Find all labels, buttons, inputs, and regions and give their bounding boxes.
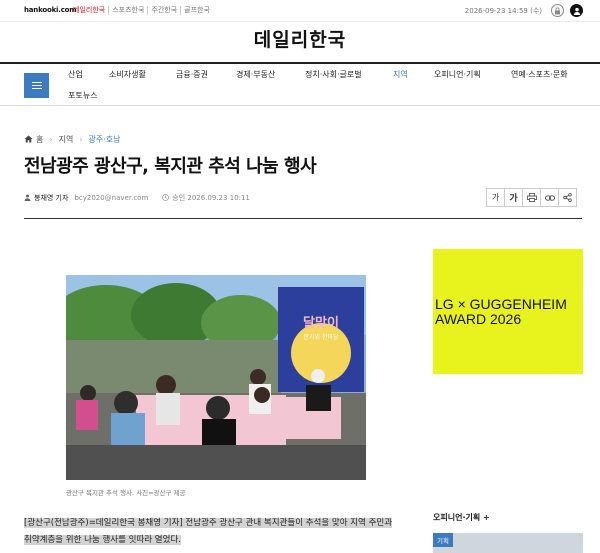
font-increase-button[interactable]: 가 (504, 188, 523, 207)
user-icon[interactable] (570, 4, 583, 17)
nav-item-entertainment[interactable]: 연예·스포츠·문화 (511, 69, 568, 80)
home-icon[interactable] (24, 135, 33, 145)
nav-item-industry[interactable]: 산업 (68, 69, 83, 80)
plus-icon[interactable]: + (483, 513, 490, 522)
opinion-tag: 기획 (433, 533, 453, 547)
nav-item-politics[interactable]: 정치·사회·글로벌 (305, 69, 362, 80)
lock-icon[interactable] (551, 4, 564, 17)
breadcrumb: 홈 › 지역 › 광주·호남 (24, 134, 121, 145)
article-tools: 가 가 (486, 188, 577, 207)
current-datetime: 2026-09-23 14:59 (수) (464, 7, 542, 15)
ad-text: LG × GUGGENHEIM AWARD 2026 (435, 295, 567, 327)
clock-icon (162, 193, 170, 203)
site-logo[interactable]: 데일리한국 (254, 29, 346, 51)
nav-item-photo[interactable]: 포토뉴스 (68, 90, 97, 101)
menu-icon[interactable] (24, 73, 49, 98)
article-title: 전남광주 광산구, 복지관 추석 나눔 행사 (24, 156, 317, 177)
article-lede: [광산구(전남광주)=데일리한국 봉채영 기자] 전남광주 광산구 관내 복지관… (24, 515, 404, 549)
lede-line: [광산구(전남광주)=데일리한국 봉채영 기자] 전남광주 광산구 관내 복지관… (24, 518, 393, 528)
title-divider (24, 218, 582, 219)
font-decrease-button[interactable]: 가 (486, 188, 505, 207)
site-link-daily[interactable]: 데일리한국 (70, 6, 108, 15)
link-icon[interactable] (540, 188, 559, 207)
article-byline: 봉채영 기자 bcy2020@naver.com 승인 2026.09.23 1… (24, 193, 250, 203)
site-link-sports[interactable]: 스포츠한국 (108, 6, 147, 15)
print-icon[interactable] (522, 188, 541, 207)
opinion-heading[interactable]: 오피니언·기획 + (433, 512, 490, 523)
breadcrumb-section[interactable]: 지역 (59, 134, 74, 145)
chevron-right-icon: › (49, 135, 53, 144)
lede-line: 취약계층을 위한 나눔 행사를 잇따라 열었다. (24, 535, 181, 545)
publish-date: 승인 2026.09.23 10:11 (172, 194, 250, 202)
nav-item-economy[interactable]: 경제·부동산 (236, 69, 275, 80)
site-link-weekly[interactable]: 주간한국 (147, 6, 180, 15)
site-links: 데일리한국 스포츠한국 주간한국 골프한국 (70, 6, 213, 15)
photo-caption: 광산구 복지관 추석 행사. 사진=광산구 제공 (66, 489, 186, 497)
reporter-name[interactable]: 봉채영 기자 (34, 193, 68, 203)
nav-item-region[interactable]: 지역 (393, 69, 408, 80)
top-utility-bar: hankooki.com 데일리한국 스포츠한국 주간한국 골프한국 2026-… (0, 0, 600, 22)
nav-item-opinion[interactable]: 오피니언·기획 (434, 69, 481, 80)
nav-item-finance[interactable]: 금융·증권 (176, 69, 208, 80)
main-nav: 산업 소비자생활 금융·증권 경제·부동산 정치·사회·글로벌 지역 오피니언·… (0, 62, 600, 106)
masthead: 데일리한국 (0, 22, 600, 62)
reporter-icon (24, 194, 31, 203)
banner-text: 달맞이 (303, 315, 339, 331)
nav-item-consumer[interactable]: 소비자생활 (109, 69, 146, 80)
site-link-golf[interactable]: 골프한국 (180, 6, 213, 15)
share-icon[interactable] (558, 188, 577, 207)
article-photo[interactable]: 달맞이 한가위 한마당 (66, 275, 366, 480)
breadcrumb-subsection[interactable]: 광주·호남 (89, 134, 121, 145)
opinion-card[interactable]: 기획 (433, 533, 583, 553)
hankooki-logo[interactable]: hankooki.com (24, 6, 77, 14)
breadcrumb-home[interactable]: 홈 (36, 134, 43, 145)
chevron-right-icon: › (79, 135, 83, 144)
banner-text: 한가위 한마당 (303, 333, 339, 341)
ad-banner[interactable]: LG × GUGGENHEIM AWARD 2026 (433, 249, 583, 374)
reporter-email[interactable]: bcy2020@naver.com (74, 194, 148, 202)
